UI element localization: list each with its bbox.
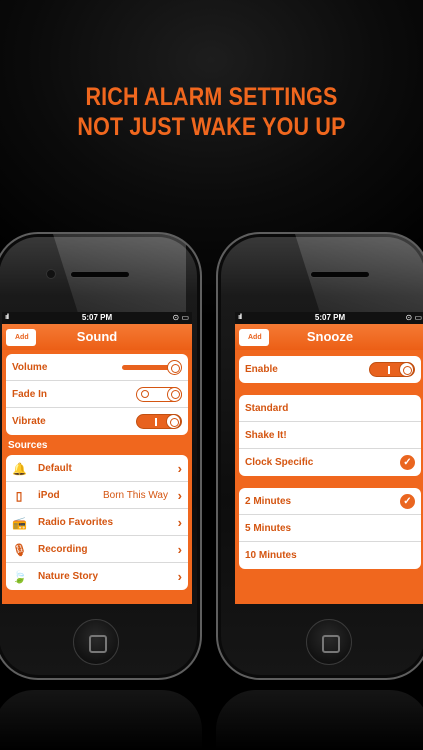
vibrate-toggle[interactable]: [136, 414, 182, 429]
earpiece-speaker: [70, 271, 130, 278]
enable-label: Enable: [245, 364, 278, 375]
status-time: 5:07 PM: [81, 313, 113, 322]
sound-screen: ııll 5:07 PM ⊙ ▭ Add Sound Volume Fade I…: [2, 312, 192, 604]
snooze-mode-group: Standard Shake It! Clock Specific ✓: [239, 395, 421, 476]
source-item-radio-favorites[interactable]: 📻 Radio Favorites ›: [6, 509, 188, 536]
mode-label: Shake It!: [245, 430, 287, 441]
ipod-icon: ▯: [15, 489, 23, 503]
volume-slider-knob[interactable]: [167, 360, 182, 375]
floor-reflection: [216, 690, 423, 750]
front-camera: [46, 269, 56, 279]
source-item-default[interactable]: 🔔 Default ›: [6, 455, 188, 482]
status-bar: ııll 5:07 PM ⊙ ▭: [235, 312, 423, 324]
duration-label: 5 Minutes: [245, 523, 292, 534]
floor-reflection: [0, 690, 202, 750]
toggle-on-indicator: [155, 418, 157, 426]
duration-item-10-minutes[interactable]: 10 Minutes: [239, 542, 421, 569]
toggle-knob: [167, 386, 182, 402]
sources-header: Sources: [8, 440, 48, 451]
source-label: Nature Story: [38, 571, 99, 582]
radio-icon: 📻: [12, 516, 27, 530]
toggle-knob: [399, 362, 414, 377]
source-value: Born This Way: [102, 490, 168, 501]
mode-item-standard[interactable]: Standard: [239, 395, 421, 422]
home-button[interactable]: [73, 619, 119, 665]
page-title: Snooze: [306, 329, 354, 344]
mode-item-clock-specific[interactable]: Clock Specific ✓: [239, 449, 421, 476]
phone-left: ııll 5:07 PM ⊙ ▭ Add Sound Volume Fade I…: [0, 232, 202, 680]
vibrate-row: Vibrate: [6, 408, 188, 435]
enable-toggle[interactable]: [369, 362, 415, 377]
enable-row: Enable: [239, 356, 421, 383]
duration-item-5-minutes[interactable]: 5 Minutes: [239, 515, 421, 542]
source-item-recording[interactable]: 🎙 Recording ›: [6, 536, 188, 563]
bell-icon: 🔔: [12, 462, 27, 476]
volume-slider[interactable]: [122, 360, 182, 375]
snooze-screen: ııll 5:07 PM ⊙ ▭ Add Snooze Enable Stand…: [235, 312, 423, 604]
phone-right: ııll 5:07 PM ⊙ ▭ Add Snooze Enable Stand…: [216, 232, 423, 680]
microphone-icon: 🎙: [12, 543, 28, 557]
checkmark-icon: ✓: [400, 455, 415, 470]
leaf-icon: 🍃: [12, 570, 27, 584]
chevron-right-icon: ›: [177, 461, 182, 476]
checkmark-icon: ✓: [400, 494, 415, 509]
duration-label: 2 Minutes: [245, 496, 292, 507]
toggle-off-indicator: [141, 390, 149, 398]
fade-in-row: Fade In: [6, 381, 188, 408]
sources-list: 🔔 Default › ▯ iPod Born This Way › 📻 Rad…: [6, 455, 188, 590]
source-label: Default: [38, 463, 72, 474]
fade-in-label: Fade In: [12, 389, 48, 400]
headline-line-2: NOT JUST WAKE YOU UP: [77, 113, 346, 141]
nav-bar: Add Snooze: [235, 324, 423, 350]
battery-icon: ⊙ ▭: [172, 313, 189, 322]
source-item-nature-story[interactable]: 🍃 Nature Story ›: [6, 563, 188, 590]
battery-icon: ⊙ ▭: [405, 313, 422, 322]
nav-bar: Add Sound: [2, 324, 192, 350]
toggle-on-indicator: [388, 366, 390, 374]
mode-item-shake-it[interactable]: Shake It!: [239, 422, 421, 449]
home-button[interactable]: [306, 619, 352, 665]
vibrate-label: Vibrate: [12, 416, 46, 427]
volume-label: Volume: [12, 362, 48, 373]
mode-label: Standard: [245, 403, 289, 414]
promo-headline: RICH ALARM SETTINGS NOT JUST WAKE YOU UP: [30, 82, 394, 142]
status-bar: ııll 5:07 PM ⊙ ▭: [2, 312, 192, 324]
volume-row: Volume: [6, 354, 188, 381]
duration-item-2-minutes[interactable]: 2 Minutes ✓: [239, 488, 421, 515]
earpiece-speaker: [310, 271, 370, 278]
chevron-right-icon: ›: [177, 515, 182, 530]
chevron-right-icon: ›: [177, 488, 182, 503]
headline-line-1: RICH ALARM SETTINGS: [85, 83, 338, 111]
toggle-knob: [166, 414, 181, 429]
chevron-right-icon: ›: [177, 542, 182, 557]
enable-group: Enable: [239, 356, 421, 383]
fade-in-toggle[interactable]: [136, 386, 182, 402]
source-label: Recording: [38, 544, 88, 555]
mode-label: Clock Specific: [245, 457, 314, 468]
source-label: Radio Favorites: [38, 517, 114, 528]
source-item-ipod[interactable]: ▯ iPod Born This Way ›: [6, 482, 188, 509]
chevron-right-icon: ›: [177, 569, 182, 584]
duration-label: 10 Minutes: [245, 550, 297, 561]
sound-settings-group: Volume Fade In Vibrate: [6, 354, 188, 435]
status-time: 5:07 PM: [314, 313, 346, 322]
snooze-duration-group: 2 Minutes ✓ 5 Minutes 10 Minutes: [239, 488, 421, 569]
page-title: Sound: [76, 329, 118, 344]
source-label: iPod: [38, 490, 60, 501]
